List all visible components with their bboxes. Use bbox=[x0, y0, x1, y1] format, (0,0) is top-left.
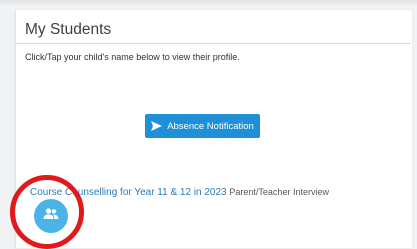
send-icon bbox=[151, 121, 163, 131]
absence-notification-label: Absence Notification bbox=[167, 120, 254, 132]
page-title: My Students bbox=[25, 21, 112, 38]
absence-notification-button[interactable]: Absence Notification bbox=[145, 114, 260, 138]
top-shadow bbox=[0, 0, 417, 6]
instruction-text: Click/Tap your child's name below to vie… bbox=[25, 52, 240, 62]
title-divider bbox=[15, 43, 411, 44]
group-icon bbox=[43, 207, 59, 225]
group-fab-button[interactable] bbox=[34, 199, 68, 233]
event-title-link[interactable]: Course Counselling for Year 11 & 12 in 2… bbox=[30, 187, 227, 198]
event-type-label: Parent/Teacher Interview bbox=[229, 187, 329, 197]
event-item: Course Counselling for Year 11 & 12 in 2… bbox=[30, 187, 329, 198]
